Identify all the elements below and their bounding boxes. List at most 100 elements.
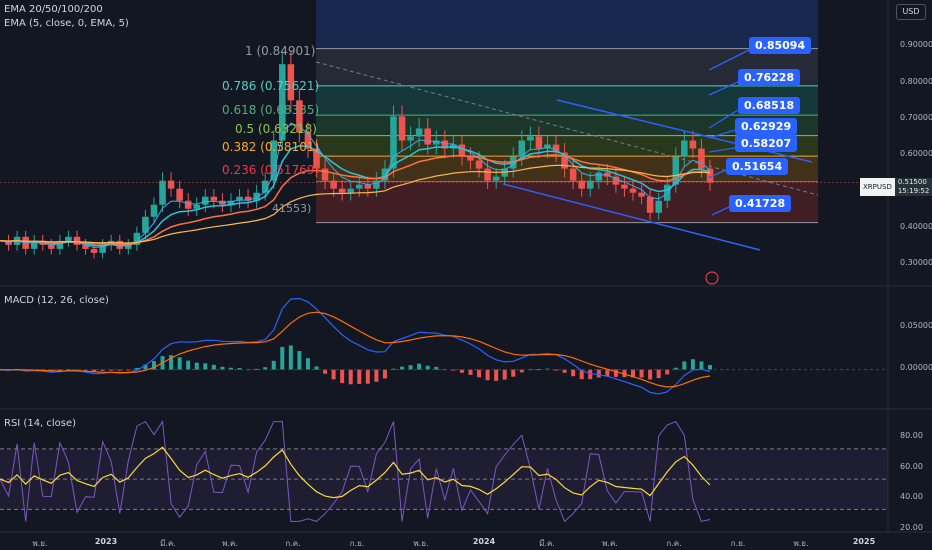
candle-body	[415, 128, 423, 137]
macd-line	[0, 297, 711, 395]
candle-body	[681, 140, 688, 157]
macd-histogram-bar	[323, 369, 328, 374]
candle-body	[330, 180, 337, 189]
currency-button[interactable]: USD	[896, 4, 926, 20]
candle-body	[663, 184, 671, 201]
macd-histogram-bar	[331, 369, 336, 380]
time-tick: ก.ค.	[666, 539, 682, 548]
time-tick: พ.ค.	[602, 539, 618, 548]
candle-body	[621, 184, 628, 189]
macd-histogram-bar	[571, 369, 576, 377]
macd-histogram-bar	[203, 363, 208, 370]
time-tick: 2023	[94, 537, 118, 546]
macd-histogram-bar	[271, 360, 276, 370]
fib-zone	[316, 0, 818, 49]
macd-histogram-bar	[297, 351, 302, 370]
time-tick: มี.ค.	[539, 539, 555, 548]
macd-tick: 0.05000	[900, 321, 932, 330]
candle-body	[65, 236, 72, 241]
candle-body	[73, 236, 81, 245]
price-callout: 0.76228	[738, 69, 801, 86]
time-tick: ก.ค.	[285, 539, 301, 548]
macd-histogram-bar	[417, 363, 422, 370]
candle-body	[202, 196, 209, 205]
candle-body	[458, 144, 466, 157]
price-callout: 0.68518	[738, 97, 801, 114]
macd-histogram-bar	[502, 369, 507, 380]
macd-histogram-bar	[477, 369, 482, 378]
time-tick: พ.ค.	[222, 539, 238, 548]
price-tick: 0.60000	[900, 149, 932, 158]
time-tick: มี.ค.	[160, 539, 176, 548]
rsi-tick: 40.00	[900, 492, 923, 501]
candle-body	[398, 116, 406, 141]
candle-body	[321, 168, 329, 181]
macd-histogram-bar	[665, 369, 670, 375]
macd-histogram-bar	[408, 365, 413, 370]
candle-body	[569, 168, 577, 181]
time-tick: ก.ย.	[349, 539, 365, 548]
macd-histogram-bar	[340, 369, 345, 384]
candle-body	[167, 180, 175, 189]
time-tick: ก.ย.	[730, 539, 746, 548]
candle-body	[210, 196, 218, 201]
macd-histogram-bar	[690, 359, 695, 370]
candle-body	[475, 160, 483, 169]
ema5-indicator-title[interactable]: EMA (5, close, 0, EMA, 5)	[4, 18, 129, 29]
macd-histogram-bar	[648, 369, 653, 380]
rsi-tick: 80.00	[900, 431, 923, 440]
ema-indicator-title[interactable]: EMA 20/50/100/200	[4, 4, 103, 15]
macd-histogram-bar	[365, 369, 370, 384]
macd-indicator-title[interactable]: MACD (12, 26, close)	[4, 295, 109, 306]
fib-label-05: 0.5 (0.63218)	[235, 122, 317, 136]
candle-body	[655, 200, 662, 213]
symbol-tag-name: XRPUSD	[860, 183, 895, 191]
candle-body	[184, 200, 192, 209]
macd-histogram-bar	[186, 360, 191, 370]
macd-tick: 0.00000	[900, 363, 932, 372]
fib-label-1: 1 (0.84901)	[245, 44, 316, 58]
price-callout: 0.58207	[735, 135, 798, 152]
fib-label-0786: 0.786 (0.75621)	[222, 79, 320, 93]
candle-body	[347, 188, 354, 193]
candle-body	[646, 196, 654, 213]
time-tick: พ.ย.	[32, 539, 48, 548]
price-callout: 0.62929	[735, 118, 798, 135]
candle-body	[407, 136, 414, 141]
candle-body	[595, 172, 603, 181]
candle-body	[193, 204, 201, 209]
macd-histogram-bar	[374, 369, 379, 382]
price-tick: 0.70000	[900, 113, 932, 122]
macd-histogram-bar	[485, 369, 490, 381]
candle-body	[535, 136, 543, 149]
candle-body	[381, 168, 389, 181]
price-callout: 0.41728	[729, 195, 792, 212]
fib-label-0382: 0.382 (0.58101)	[222, 140, 320, 154]
candle-body	[629, 188, 637, 193]
macd-histogram-bar	[708, 365, 712, 370]
candle-body	[364, 184, 372, 189]
price-callout: 0.51654	[726, 158, 789, 175]
macd-histogram-bar	[280, 346, 285, 370]
macd-histogram-bar	[682, 361, 687, 370]
candle-body	[578, 180, 585, 189]
macd-histogram-bar	[494, 369, 499, 381]
price-tick: 0.30000	[900, 258, 932, 267]
candle-body	[390, 116, 397, 169]
symbol-price-tag: XRPUSD 0.51500 15:19:52	[860, 178, 932, 196]
macd-histogram-bar	[699, 361, 704, 370]
candle-body	[150, 204, 158, 217]
macd-histogram-bar	[357, 369, 362, 384]
macd-histogram-bar	[596, 369, 601, 378]
time-tick: 2025	[852, 537, 876, 546]
time-tick: พ.ย.	[793, 539, 809, 548]
time-tick: พ.ย.	[413, 539, 429, 548]
candle-body	[176, 188, 183, 201]
price-tick: 0.90000	[900, 40, 932, 49]
rsi-tick: 20.00	[900, 523, 923, 532]
fib-label-base-partial: 41553)	[272, 202, 312, 215]
macd-histogram-bar	[211, 364, 216, 370]
rsi-indicator-title[interactable]: RSI (14, close)	[4, 418, 76, 429]
macd-histogram-bar	[425, 365, 430, 370]
macd-histogram-bar	[194, 362, 199, 370]
